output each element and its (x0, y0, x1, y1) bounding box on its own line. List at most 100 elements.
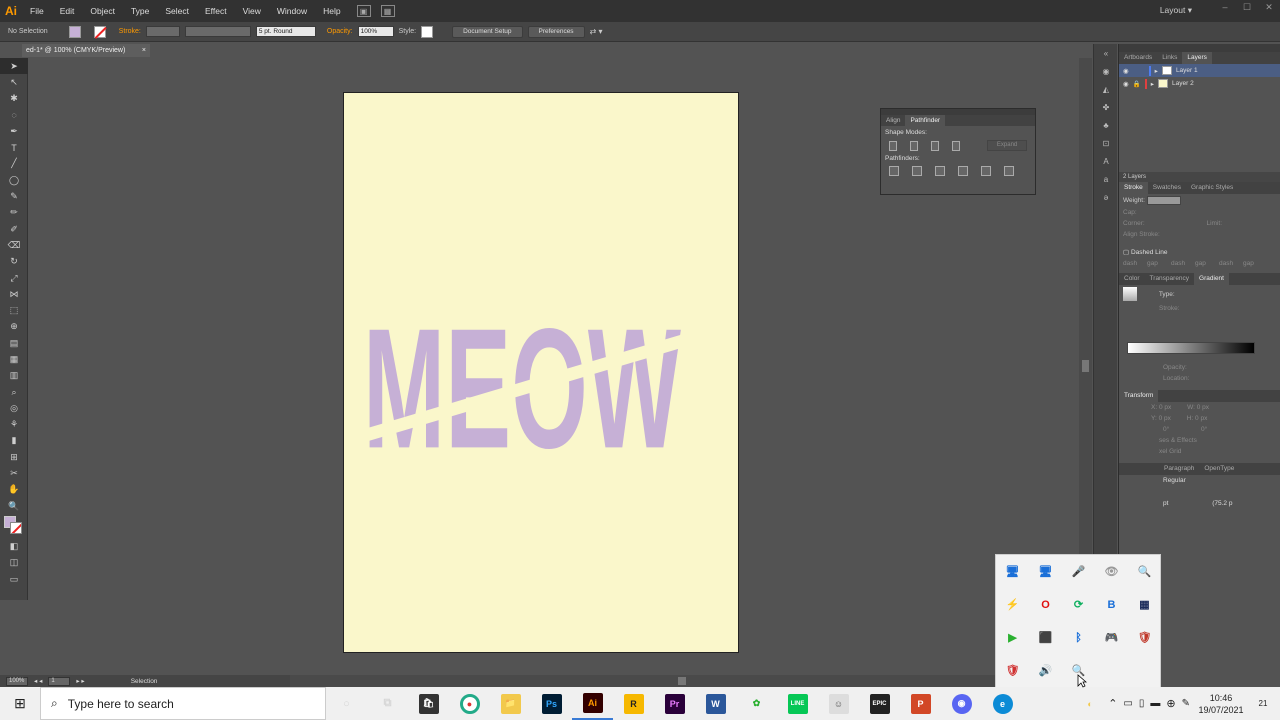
width-tool-icon[interactable]: ⋈ (0, 286, 28, 302)
line-tool-icon[interactable]: ╱ (0, 156, 28, 172)
pen-icon[interactable]: ✎ (1182, 698, 1190, 709)
discord-tray-icon[interactable]: 🎮 (1095, 621, 1128, 654)
artboard[interactable]: MEOW (343, 92, 739, 653)
symbol-sprayer-tool-icon[interactable]: ⚘ (0, 417, 28, 433)
store-icon[interactable]: 🛍 (408, 687, 449, 720)
shear-field[interactable]: 0° (1201, 426, 1207, 433)
scale-tool-icon[interactable]: ⤢ (0, 270, 28, 286)
rotate-tool-icon[interactable]: ↻ (0, 254, 28, 270)
h-field[interactable]: 0 px (1195, 415, 1207, 422)
fill-stroke-widget[interactable] (0, 514, 28, 538)
gradient-tool-icon[interactable]: ▥ (0, 368, 28, 384)
workspace-switcher[interactable]: Layout ▾ (1160, 5, 1192, 16)
document-setup-button[interactable]: Document Setup (452, 25, 523, 38)
premiere-icon[interactable]: Pr (654, 687, 695, 720)
task-view-icon[interactable]: ⧉ (367, 687, 408, 720)
tray-app-icon[interactable]: 🔍 (1128, 555, 1161, 588)
tab-opentype[interactable]: OpenType (1199, 463, 1239, 475)
tray-device-icon[interactable]: ▭ (1123, 698, 1132, 709)
tab-graphic-styles[interactable]: Graphic Styles (1186, 182, 1238, 194)
dashed-line-row[interactable]: ▢ Dashed Line (1119, 246, 1280, 258)
color-mode-icon[interactable]: ◧ (0, 538, 28, 554)
tray-app-icon[interactable]: 🖥 (996, 555, 1029, 588)
brush-definition-field[interactable]: 5 pt. Round (255, 26, 316, 37)
asset-export-icon[interactable]: ⊡ (1094, 134, 1118, 152)
stroke-swatch[interactable] (93, 25, 107, 39)
paintbrush-tool-icon[interactable]: ✎ (0, 188, 28, 204)
visibility-eye-icon[interactable]: ◉ (1123, 67, 1129, 75)
language-icon[interactable]: ⊕ (1166, 697, 1175, 710)
chrome-icon[interactable]: ● (449, 687, 490, 720)
opera-icon[interactable]: O (1029, 588, 1062, 621)
tab-links[interactable]: Links (1157, 52, 1182, 64)
collapse-arrows-icon[interactable]: « (1094, 44, 1118, 62)
tray-app-icon[interactable]: ⟳ (1062, 588, 1095, 621)
character-icon[interactable]: A (1094, 152, 1118, 170)
tray-app-icon[interactable]: 🛡 (1128, 621, 1161, 654)
crop-icon[interactable] (958, 166, 968, 176)
minus-back-icon[interactable] (1004, 166, 1014, 176)
file-explorer-icon[interactable]: 📁 (490, 687, 531, 720)
microphone-icon[interactable]: 🎤 (1062, 555, 1095, 588)
line-icon[interactable]: LINE (777, 687, 818, 720)
sims-icon[interactable]: ✿ (736, 687, 777, 720)
font-style-field[interactable]: Regular (1163, 477, 1186, 484)
leading-field[interactable]: (75.2 p (1212, 500, 1232, 507)
minus-front-icon[interactable] (910, 140, 919, 151)
color-guide-icon[interactable]: ◉ (1094, 62, 1118, 80)
tray-app-icon[interactable]: 👁 (1095, 555, 1128, 588)
expand-arrow-icon[interactable]: ▸ (1151, 80, 1154, 88)
edge-icon[interactable]: e (982, 687, 1023, 720)
visibility-eye-icon[interactable]: ◉ (1123, 80, 1129, 88)
blob-brush-tool-icon[interactable]: ✐ (0, 221, 28, 237)
chevron-up-icon[interactable]: ⌃ (1108, 697, 1117, 710)
vertical-scroll-thumb[interactable] (1082, 360, 1089, 372)
bridge-icon[interactable]: ▣ (356, 5, 371, 17)
w-field[interactable]: 0 px (1197, 404, 1209, 411)
security-icon[interactable]: 🛡 (996, 654, 1029, 687)
tab-transform[interactable]: Transform (1119, 390, 1159, 402)
menu-edit[interactable]: Edit (52, 6, 83, 16)
utorrent-icon[interactable]: ▶ (996, 621, 1029, 654)
preferences-button[interactable]: Preferences (527, 25, 585, 38)
bluetooth-icon[interactable]: ᛒ (1062, 621, 1095, 654)
arrange-documents-icon[interactable]: ▦ (380, 5, 395, 17)
document-tab[interactable]: ed-1* @ 100% (CMYK/Preview) × (22, 44, 150, 57)
tray-app-icon[interactable]: 🖥 (1029, 555, 1062, 588)
tab-pathfinder[interactable]: Pathfinder (905, 115, 946, 126)
symbols-icon[interactable]: ♣ (1094, 116, 1118, 134)
magic-wand-tool-icon[interactable]: ✱ (0, 91, 28, 107)
selection-tool-icon[interactable]: ➤ (0, 58, 28, 75)
merge-icon[interactable] (935, 166, 945, 176)
meow-artwork[interactable]: MEOW (344, 93, 740, 654)
menu-help[interactable]: Help (315, 6, 348, 16)
document-tab-close[interactable]: × (142, 44, 146, 57)
css-icon[interactable]: ə (1094, 188, 1118, 206)
tab-layers[interactable]: Layers (1182, 52, 1212, 64)
avast-icon[interactable]: ⚡ (996, 588, 1029, 621)
free-transform-tool-icon[interactable]: ⬚ (0, 302, 28, 318)
tab-align[interactable]: Align (881, 115, 905, 126)
direct-selection-tool-icon[interactable]: ↖ (0, 74, 28, 90)
tab-transparency[interactable]: Transparency (1145, 273, 1195, 285)
menu-select[interactable]: Select (157, 6, 197, 16)
menu-window[interactable]: Window (269, 6, 315, 16)
opacity-field[interactable]: 100% (357, 26, 394, 37)
menu-object[interactable]: Object (82, 6, 123, 16)
eyedropper-tool-icon[interactable]: ⌕ (0, 384, 28, 400)
trim-icon[interactable] (912, 166, 922, 176)
mesh-tool-icon[interactable]: ▦ (0, 351, 28, 367)
powerpoint-icon[interactable]: P (900, 687, 941, 720)
expand-arrow-icon[interactable]: ▸ (1155, 67, 1158, 75)
font-size-field[interactable]: pt (1163, 500, 1168, 507)
stroke-color-icon[interactable] (10, 522, 22, 535)
lasso-tool-icon[interactable]: ◌ (0, 107, 28, 123)
tab-color[interactable]: Color (1119, 273, 1145, 285)
layer-row-2[interactable]: ◉ 🔒 ▸ Layer 2 (1119, 77, 1280, 90)
minimize-button[interactable]: – (1214, 0, 1236, 14)
windows-start-icon[interactable]: ⊞ (0, 687, 40, 720)
tray-phone-icon[interactable]: ▯ (1139, 698, 1145, 709)
tab-swatches[interactable]: Swatches (1148, 182, 1186, 194)
gradient-slider[interactable] (1127, 342, 1255, 354)
cortana-icon[interactable]: ○ (326, 687, 367, 720)
